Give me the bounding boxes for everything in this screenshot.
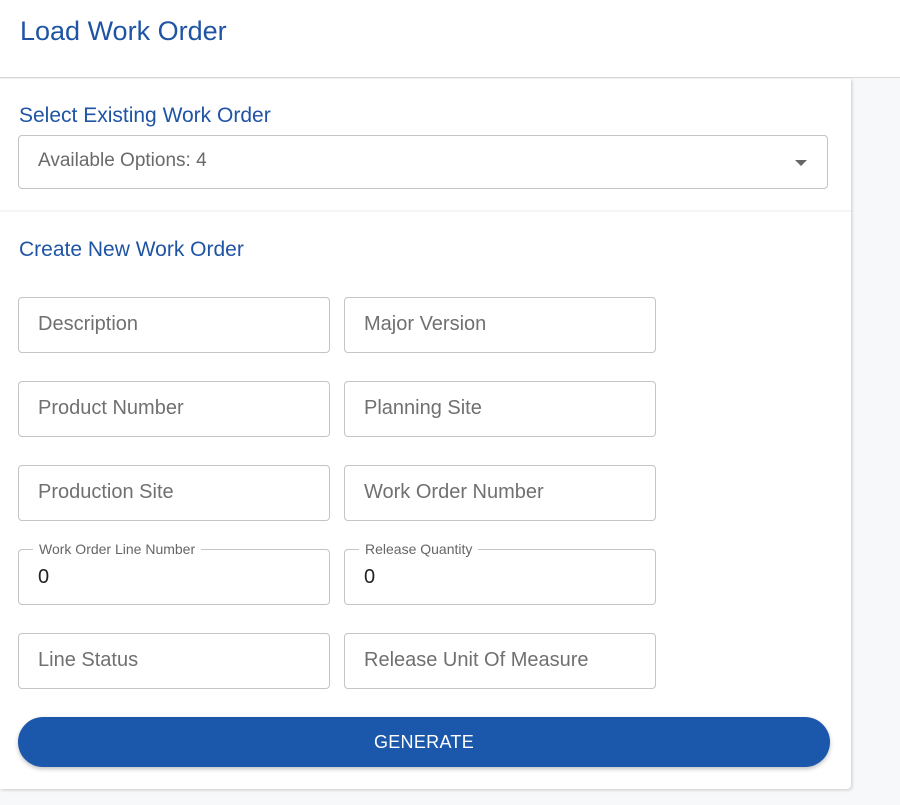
product-number-field[interactable]: Product Number: [18, 381, 330, 437]
production-site-placeholder: Production Site: [38, 481, 174, 503]
description-field[interactable]: Description: [18, 297, 330, 353]
production-site-field[interactable]: Production Site: [18, 465, 330, 521]
existing-work-order-select[interactable]: Available Options: 4: [18, 135, 828, 189]
release-unit-of-measure-placeholder: Release Unit Of Measure: [364, 649, 589, 671]
line-status-placeholder: Line Status: [38, 649, 139, 671]
page-title: Load Work Order: [20, 16, 227, 46]
work-order-line-number-label: Work Order Line Number: [33, 541, 202, 557]
work-order-number-placeholder: Work Order Number: [364, 481, 544, 503]
planning-site-field[interactable]: Planning Site: [344, 381, 656, 437]
major-version-placeholder: Major Version: [364, 313, 487, 335]
work-order-number-field[interactable]: Work Order Number: [344, 465, 656, 521]
release-quantity-field[interactable]: Release Quantity 0: [344, 541, 656, 605]
line-status-field[interactable]: Line Status: [18, 633, 330, 689]
release-quantity-value: 0: [364, 566, 376, 588]
description-placeholder: Description: [38, 313, 139, 335]
major-version-field[interactable]: Major Version: [344, 297, 656, 353]
generate-button-label: GENERATE: [373, 732, 475, 752]
release-unit-of-measure-field[interactable]: Release Unit Of Measure: [344, 633, 656, 689]
select-value: Available Options: 4: [38, 150, 207, 171]
work-order-line-number-field[interactable]: Work Order Line Number 0: [18, 541, 330, 605]
release-quantity-label: Release Quantity: [359, 541, 479, 557]
header-bar: Load Work Order: [0, 0, 900, 78]
product-number-placeholder: Product Number: [38, 397, 184, 419]
planning-site-placeholder: Planning Site: [364, 397, 482, 419]
generate-button[interactable]: GENERATE: [18, 717, 830, 767]
work-order-card: Select Existing Work Order Available Opt…: [0, 79, 851, 789]
caret-down-icon: [795, 160, 807, 166]
existing-section-title: Select Existing Work Order: [19, 104, 271, 127]
section-divider: [0, 210, 851, 212]
work-order-line-number-value: 0: [38, 566, 50, 588]
create-section-title: Create New Work Order: [19, 238, 244, 261]
